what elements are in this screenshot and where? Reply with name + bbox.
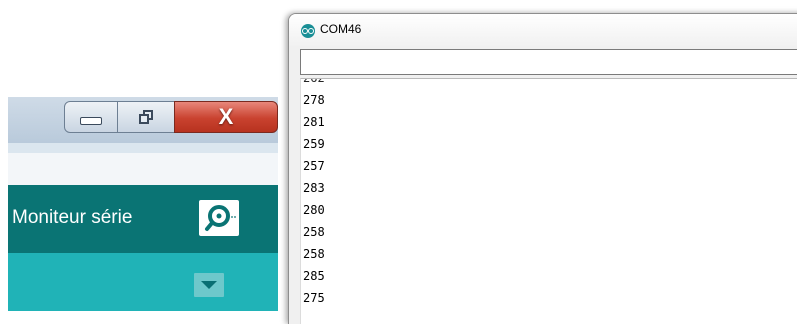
output-line: 280 [303, 203, 325, 217]
serial-monitor-button[interactable] [199, 200, 239, 236]
output-line: 258 [303, 247, 325, 261]
output-line: 283 [303, 181, 325, 195]
ide-titlebar: X [8, 97, 278, 143]
window-title: COM46 [320, 22, 362, 36]
ide-toolbar: Moniteur série [8, 185, 278, 253]
serial-output: 262 278 281 259 257 283 280 258 258 285 … [300, 78, 797, 324]
serial-monitor-window: COM46 262 278 281 259 257 283 280 258 25… [288, 13, 797, 324]
output-line-partial: 262 [303, 78, 325, 85]
minimize-button[interactable] [64, 101, 118, 133]
close-icon: X [218, 104, 234, 129]
tab-bar [8, 253, 278, 311]
serial-monitor-label: Moniteur série [12, 207, 133, 228]
maximize-button[interactable] [117, 101, 175, 133]
minimize-icon [80, 117, 102, 125]
tab-menu-button[interactable] [194, 273, 224, 297]
menu-bar [8, 143, 278, 185]
output-line: 259 [303, 137, 325, 151]
close-button[interactable]: X [174, 101, 278, 133]
output-line: 285 [303, 269, 325, 283]
arduino-icon [301, 24, 315, 38]
output-line: 278 [303, 93, 325, 107]
serial-monitor-titlebar[interactable]: COM46 [289, 14, 797, 46]
restore-icon [139, 110, 153, 124]
ide-window: X Moniteur série [8, 97, 278, 311]
output-line: 258 [303, 225, 325, 239]
send-input[interactable] [300, 49, 797, 75]
magnifier-icon [205, 205, 236, 231]
chevron-down-icon [201, 281, 217, 289]
output-line: 281 [303, 115, 325, 129]
output-line: 275 [303, 291, 325, 305]
output-line: 257 [303, 159, 325, 173]
